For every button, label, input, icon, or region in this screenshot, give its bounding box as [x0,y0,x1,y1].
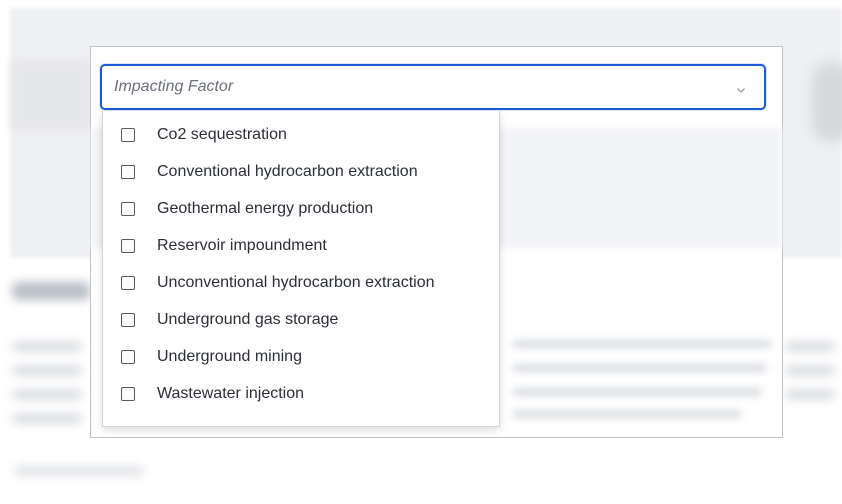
option-label: Wastewater injection [157,385,305,402]
option-reservoir-impoundment[interactable]: Reservoir impoundment [103,228,499,265]
option-label: Underground gas storage [157,311,339,328]
checkbox[interactable] [121,202,135,216]
panel-text-line [512,364,767,372]
checkbox[interactable] [121,350,135,364]
option-underground-gas-storage[interactable]: Underground gas storage [103,302,499,339]
background-text-line [12,390,82,399]
occluded-heading-fragment [92,283,102,303]
checkbox[interactable] [121,387,135,401]
checkbox[interactable] [121,165,135,179]
option-wastewater-injection[interactable]: Wastewater injection [103,376,499,413]
panel-text-line [512,410,742,418]
panel-text-line [512,340,772,348]
background-footer-line [14,466,144,476]
option-co2-sequestration[interactable]: Co2 sequestration [103,117,499,154]
option-geothermal-energy-production[interactable]: Geothermal energy production [103,191,499,228]
impacting-factor-select[interactable]: Impacting Factor [100,64,766,110]
chevron-down-icon[interactable] [736,82,746,93]
checkbox[interactable] [121,128,135,142]
background-text-line [12,414,82,423]
option-label: Unconventional hydrocarbon extraction [157,274,435,291]
checkbox[interactable] [121,313,135,327]
option-label: Geothermal energy production [157,200,374,217]
background-right-block [812,62,842,142]
background-text-line [785,366,835,375]
option-conventional-hydrocarbon-extraction[interactable]: Conventional hydrocarbon extraction [103,154,499,191]
option-label: Co2 sequestration [157,126,287,143]
impacting-factor-options: Co2 sequestration Conventional hydrocarb… [102,111,500,427]
checkbox[interactable] [121,276,135,290]
background-text-line [12,342,82,351]
option-label: Underground mining [157,348,302,365]
option-label: Conventional hydrocarbon extraction [157,163,418,180]
background-text-line [12,366,82,375]
background-text-line [785,390,835,399]
checkbox[interactable] [121,239,135,253]
panel-text-line [512,388,762,396]
option-label: Reservoir impoundment [157,237,327,254]
option-underground-mining[interactable]: Underground mining [103,339,499,376]
option-unconventional-hydrocarbon-extraction[interactable]: Unconventional hydrocarbon extraction [103,265,499,302]
background-text-line [785,342,835,351]
select-placeholder: Impacting Factor [114,78,234,95]
background-heading [12,282,90,300]
background-left-block [10,60,90,130]
